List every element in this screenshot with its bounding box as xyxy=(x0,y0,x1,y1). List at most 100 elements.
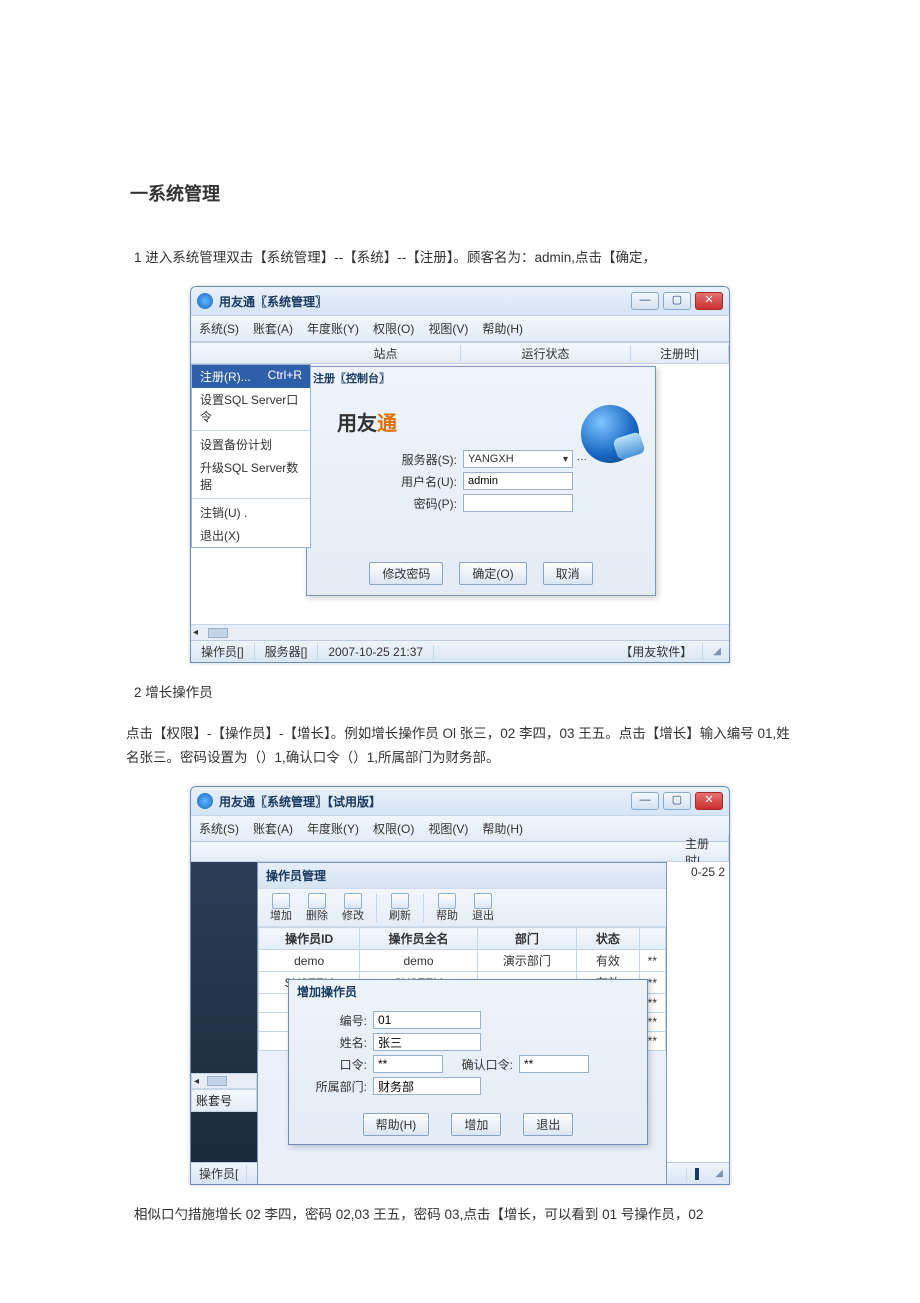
close-button[interactable]: ✕ xyxy=(695,792,723,810)
resize-grip-icon: ◢ xyxy=(707,1168,729,1179)
modal-exit-button[interactable]: 退出 xyxy=(523,1113,573,1136)
tb-exit[interactable]: 退出 xyxy=(466,893,500,922)
menubar-2: 系统(S) 账套(A) 年度账(Y) 权限(O) 视图(V) 帮助(H) xyxy=(191,815,729,842)
input-pwd2[interactable] xyxy=(519,1055,589,1073)
help-icon xyxy=(438,893,456,909)
th-dept: 部门 xyxy=(477,928,576,950)
tb-edit[interactable]: 修改 xyxy=(336,893,370,922)
close-button[interactable]: ✕ xyxy=(695,292,723,310)
menu-upgrade-sql[interactable]: 升级SQL Server数据 xyxy=(192,456,310,496)
menu-system[interactable]: 系统(S) xyxy=(199,820,239,837)
th-name: 操作员全名 xyxy=(360,928,478,950)
titlebar-2: 用友通〖系统管理〗【试用版】 — ▢ ✕ xyxy=(191,787,729,815)
paragraph-4: 相似口勺措施增长 02 李四，密码 02,03 王五，密码 03,点击【增长，可… xyxy=(134,1203,790,1227)
menu-logout[interactable]: 注销(U) . xyxy=(192,501,310,524)
lbl-pwd2: 确认口令: xyxy=(443,1056,513,1073)
paragraph-3: 点击【权限】-【操作员】-【增长】。例如增长操作员 Ol 张三，02 李四，03… xyxy=(126,722,790,771)
table-row[interactable]: demodemo演示部门有效** xyxy=(259,950,666,972)
maximize-button[interactable]: ▢ xyxy=(663,292,691,310)
modal-title: 增加操作员 xyxy=(289,980,647,1003)
register-dialog: 注册〖控制台〗 用友通 服务器(S): YANGXH ··· 用户名(U): xyxy=(306,366,656,596)
menu-help[interactable]: 帮助(H) xyxy=(482,820,523,837)
right-slice-text: 0-25 2 xyxy=(687,862,729,882)
screenshot-2-window: 用友通〖系统管理〗【试用版】 — ▢ ✕ 系统(S) 账套(A) 年度账(Y) … xyxy=(190,786,730,1185)
menu-permission[interactable]: 权限(O) xyxy=(373,820,414,837)
server-browse-button[interactable]: ··· xyxy=(577,454,587,465)
tb-refresh[interactable]: 刷新 xyxy=(383,893,417,922)
tb-add[interactable]: 增加 xyxy=(264,893,298,922)
server-label: 服务器(S): xyxy=(393,451,457,468)
tb-delete[interactable]: 删除 xyxy=(300,893,334,922)
status-operator: 操作员[] xyxy=(191,643,255,660)
input-dept[interactable] xyxy=(373,1077,481,1095)
tb-help[interactable]: 帮助 xyxy=(430,893,464,922)
change-pwd-button[interactable]: 修改密码 xyxy=(369,562,443,585)
th-id: 操作员ID xyxy=(259,928,360,950)
menu-year[interactable]: 年度账(Y) xyxy=(307,320,359,337)
col-site: 站点 xyxy=(311,345,461,362)
ok-button[interactable]: 确定(O) xyxy=(459,562,526,585)
minimize-button[interactable]: — xyxy=(631,292,659,310)
doc-heading: 一系统管理 xyxy=(130,180,790,206)
window-title: 用友通〖系统管理〗 xyxy=(219,293,327,310)
paragraph-2: 2 增长操作员 xyxy=(134,681,790,705)
user-input[interactable] xyxy=(463,472,573,490)
lbl-dept: 所属部门: xyxy=(303,1078,367,1095)
cancel-button[interactable]: 取消 xyxy=(543,562,593,585)
resize-grip-icon: ◢ xyxy=(703,646,729,657)
menu-view[interactable]: 视图(V) xyxy=(428,820,468,837)
statusbar: 操作员[] 服务器[] 2007-10-25 21:37 【用友软件】 ◢ xyxy=(191,640,729,662)
bg-column-header: 主册时| xyxy=(191,842,729,862)
menu-account[interactable]: 账套(A) xyxy=(253,320,293,337)
titlebar: 用友通〖系统管理〗 — ▢ ✕ xyxy=(191,287,729,315)
menu-year[interactable]: 年度账(Y) xyxy=(307,820,359,837)
th-status: 状态 xyxy=(577,928,640,950)
lbl-name: 姓名: xyxy=(303,1034,367,1051)
menubar: 系统(S) 账套(A) 年度账(Y) 权限(O) 视图(V) 帮助(H) xyxy=(191,315,729,342)
x-icon xyxy=(308,893,326,909)
maximize-button[interactable]: ▢ xyxy=(663,792,691,810)
minimize-button[interactable]: — xyxy=(631,792,659,810)
plus-icon xyxy=(272,893,290,909)
menu-exit[interactable]: 退出(X) xyxy=(192,524,310,547)
col-status: 运行状态 xyxy=(461,345,631,362)
status-time: 2007-10-25 21:37 xyxy=(318,645,434,659)
window-title-2: 用友通〖系统管理〗【试用版】 xyxy=(219,793,381,810)
server-select[interactable]: YANGXH xyxy=(463,450,573,468)
paragraph-1: 1 进入系统管理双击【系统管理】--【系统】--【注册】。顾客名为：admin,… xyxy=(134,246,790,270)
menu-help[interactable]: 帮助(H) xyxy=(482,320,523,337)
modal-add-button[interactable]: 增加 xyxy=(451,1113,501,1136)
menu-permission[interactable]: 权限(O) xyxy=(373,320,414,337)
modal-help-button[interactable]: 帮助(H) xyxy=(363,1113,430,1136)
status-brand: 【用友软件】 xyxy=(610,643,703,660)
status-operator-2: 操作员[ xyxy=(191,1165,247,1182)
app-icon xyxy=(197,793,213,809)
h-scrollbar[interactable]: ◂ xyxy=(191,624,729,640)
menu-sql-config[interactable]: 设置SQL Server口令 xyxy=(192,388,310,428)
app-icon xyxy=(197,293,213,309)
panel-title: 操作员管理 xyxy=(258,863,666,888)
operator-panel: 操作员管理 增加 删除 修改 刷新 帮助 退出 操作员ID xyxy=(257,862,667,1185)
add-operator-modal: 增加操作员 编号: 姓名: 口令: 确认口令: 所属部门: 帮助(H) xyxy=(288,979,648,1145)
toolbar: 增加 删除 修改 刷新 帮助 退出 xyxy=(258,888,666,927)
pwd-label: 密码(P): xyxy=(393,495,457,512)
menu-account[interactable]: 账套(A) xyxy=(253,820,293,837)
pwd-input[interactable] xyxy=(463,494,573,512)
side-acct-header: 账套号 xyxy=(191,1089,257,1112)
status-server: 服务器[] xyxy=(255,643,319,660)
input-no[interactable] xyxy=(373,1011,481,1029)
menu-register[interactable]: 注册(R)... Ctrl+R xyxy=(192,365,310,388)
menu-system[interactable]: 系统(S) xyxy=(199,320,239,337)
lbl-no: 编号: xyxy=(303,1012,367,1029)
menu-view[interactable]: 视图(V) xyxy=(428,320,468,337)
menu-backup-plan[interactable]: 设置备份计划 xyxy=(192,433,310,456)
refresh-icon xyxy=(391,893,409,909)
input-name[interactable] xyxy=(373,1033,481,1051)
col-regtime: 注册时| xyxy=(631,345,729,362)
sidebar: ◂ 账套号 xyxy=(191,862,257,1162)
exit-icon xyxy=(474,893,492,909)
input-pwd[interactable] xyxy=(373,1055,443,1073)
system-menu-dropdown: 注册(R)... Ctrl+R 设置SQL Server口令 设置备份计划 升级… xyxy=(191,364,311,548)
user-label: 用户名(U): xyxy=(393,473,457,490)
column-header: 站点 运行状态 注册时| xyxy=(191,342,729,364)
